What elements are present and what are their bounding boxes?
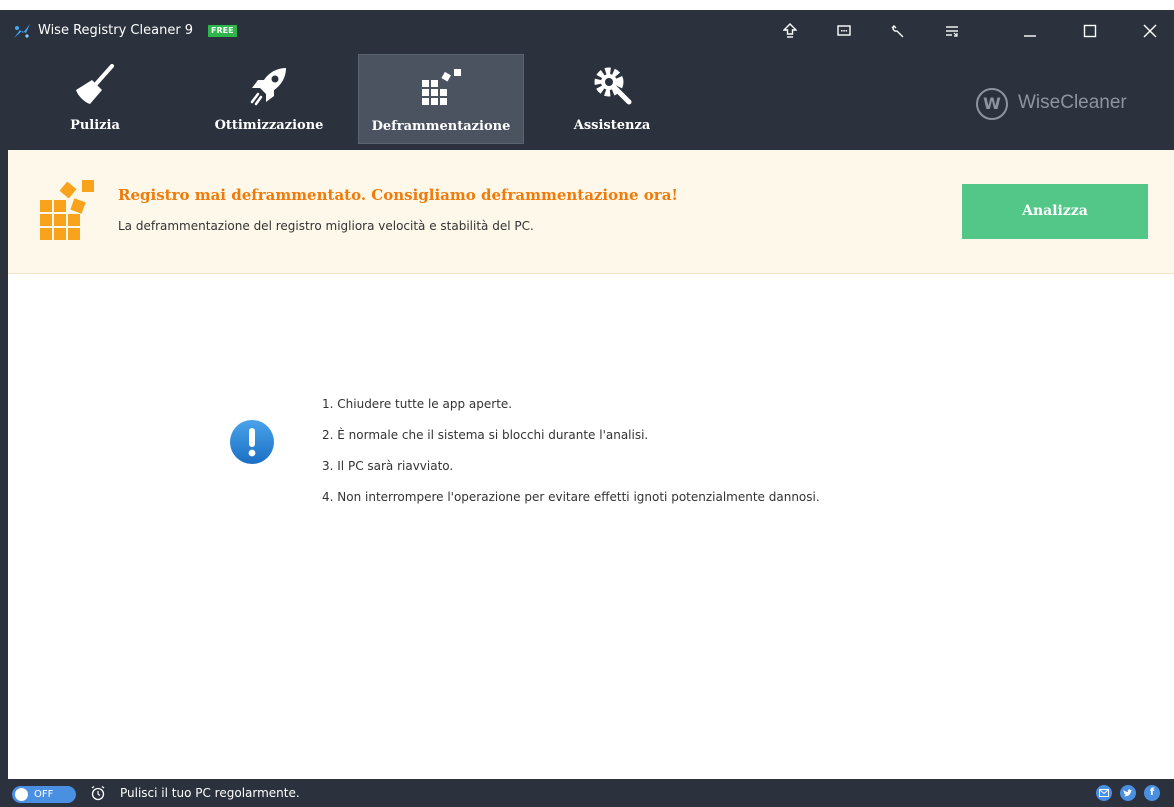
twitter-icon (1123, 788, 1133, 796)
feedback-button[interactable] (830, 17, 858, 45)
minimize-button[interactable] (1016, 17, 1044, 45)
upgrade-icon (783, 23, 797, 38)
menu-button[interactable] (938, 17, 966, 45)
banner-title: Registro mai deframmentato. Consigliamo … (118, 186, 679, 204)
tab-assistenza[interactable]: Assistenza (529, 54, 695, 144)
app-title: Wise Registry Cleaner 9 (38, 23, 194, 38)
minimize-icon (1024, 35, 1036, 37)
brand-name: WiseCleaner (1018, 92, 1127, 113)
facebook-icon: f (1149, 787, 1155, 798)
defrag-icon (422, 69, 461, 105)
tab-label: Ottimizzazione (214, 118, 324, 133)
main-content: 1. Chiudere tutte le app aperte. 2. È no… (8, 274, 1174, 779)
broom-icon (76, 64, 114, 104)
tab-pulizia[interactable]: Pulizia (12, 54, 178, 144)
toggle-label: OFF (34, 789, 54, 800)
tools-icon (891, 25, 904, 38)
menu-icon (946, 26, 958, 37)
status-banner: Registro mai deframmentato. Consigliamo … (8, 150, 1174, 274)
email-icon (1099, 789, 1109, 797)
twitter-button[interactable] (1120, 785, 1136, 801)
rocket-icon (250, 68, 286, 106)
exclamation-icon (230, 420, 274, 464)
main-nav: Pulizia Ottimizzazione Deframmentazione … (0, 54, 700, 150)
gear-wrench-icon (594, 67, 632, 105)
list-item: 1. Chiudere tutte le app aperte. (322, 397, 513, 411)
tools-button[interactable] (884, 17, 912, 45)
title-bar[interactable]: Wise Registry Cleaner 9 FREE (0, 10, 1174, 50)
tab-deframmentazione[interactable]: Deframmentazione (358, 54, 524, 144)
app-logo-icon (14, 24, 30, 38)
status-message: Pulisci il tuo PC regolarmente. (120, 786, 300, 800)
list-item: 4. Non interrompere l'operazione per evi… (322, 490, 820, 504)
email-button[interactable] (1096, 785, 1112, 801)
free-badge: FREE (208, 25, 237, 37)
defrag-warning-icon (40, 180, 94, 240)
tab-label: Pulizia (70, 118, 120, 133)
analyze-button[interactable]: Analizza (962, 184, 1148, 239)
brand-logo-icon: W (976, 88, 1008, 120)
toggle-knob (15, 788, 28, 801)
close-button[interactable] (1136, 17, 1164, 45)
app-window: Wise Registry Cleaner 9 FREE Pulizia Ott… (0, 0, 1174, 807)
tab-ottimizzazione[interactable]: Ottimizzazione (186, 54, 352, 144)
header: Wise Registry Cleaner 9 FREE Pulizia Ott… (0, 10, 1174, 150)
tab-label: Assistenza (573, 118, 651, 133)
close-icon (1143, 24, 1157, 38)
banner-subtitle: La deframmentazione del registro miglior… (118, 219, 534, 233)
maximize-button[interactable] (1076, 17, 1104, 45)
facebook-button[interactable]: f (1144, 785, 1160, 801)
list-item: 2. È normale che il sistema si blocchi d… (322, 428, 649, 442)
feedback-icon (837, 25, 851, 36)
status-bar: OFF Pulisci il tuo PC regolarmente. f (0, 779, 1174, 807)
upgrade-button[interactable] (776, 17, 804, 45)
alarm-clock-icon[interactable] (90, 785, 106, 801)
instructions-list: 1. Chiudere tutte le app aperte. 2. È no… (322, 394, 820, 518)
list-item: 3. Il PC sarà riavviato. (322, 459, 454, 473)
left-border (0, 150, 8, 779)
tab-label: Deframmentazione (371, 119, 511, 134)
maximize-icon (1083, 24, 1097, 38)
schedule-toggle[interactable]: OFF (12, 786, 76, 803)
